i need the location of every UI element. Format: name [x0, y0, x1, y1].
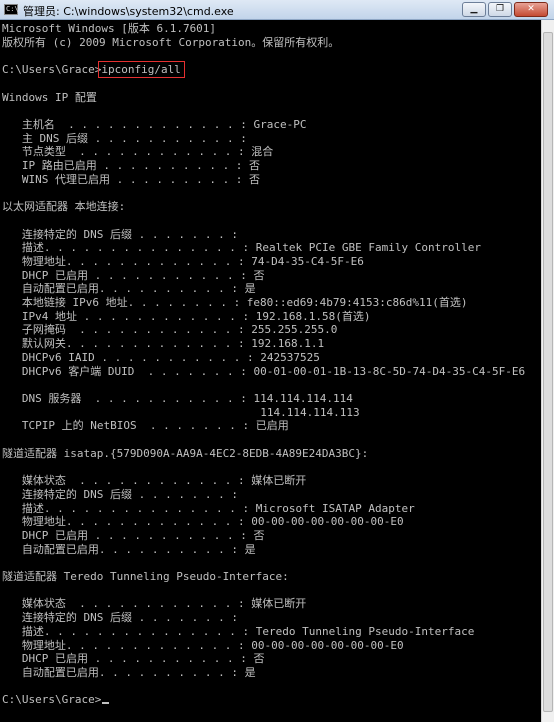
console-line: C:\Users\Grace>	[2, 693, 110, 706]
console-line: DHCPv6 客户端 DUID . . . . . . . : 00-01-00…	[2, 364, 526, 378]
console-line: IP 路由已启用 . . . . . . . . . . : 否	[2, 159, 261, 172]
console-output[interactable]: Microsoft Windows [版本 6.1.7601] 版权所有 (c) …	[0, 20, 541, 722]
console-line: 以太网适配器 本地连接:	[2, 200, 126, 214]
console-line: DHCP 已启用 . . . . . . . . . . . : 否	[2, 268, 265, 282]
console-line: 物理地址. . . . . . . . . . . . . : 00-00-00…	[2, 638, 404, 652]
console-line: 连接特定的 DNS 后缀 . . . . . . . :	[2, 227, 238, 241]
console-line: Windows IP 配置	[2, 90, 97, 104]
console-line: 描述. . . . . . . . . . . . . . . : Realte…	[2, 241, 481, 255]
title-bar[interactable]: C:\ 管理员: C:\windows\system32\cmd.exe ▁ ❐…	[0, 0, 554, 20]
cmd-window: C:\ 管理员: C:\windows\system32\cmd.exe ▁ ❐…	[0, 0, 554, 722]
console-line: DHCPv6 IAID . . . . . . . . . . . : 2425…	[2, 350, 320, 364]
console-line: 媒体状态 . . . . . . . . . . . . : 媒体已断开	[2, 474, 307, 488]
vertical-scrollbar[interactable]	[541, 20, 554, 722]
command-highlight-box	[98, 61, 185, 79]
console-line: 自动配置已启用. . . . . . . . . . : 是	[2, 665, 256, 679]
console-line: DNS 服务器 . . . . . . . . . . . : 114.114.…	[2, 391, 353, 405]
console-line: 物理地址. . . . . . . . . . . . . : 00-00-00…	[2, 515, 404, 529]
console-line: WINS 代理已启用 . . . . . . . . . : 否	[2, 172, 261, 186]
console-line: 主 DNS 后缀 . . . . . . . . . . . :	[2, 131, 247, 145]
console-line: DHCP 已启用 . . . . . . . . . . . : 否	[2, 528, 265, 542]
console-line: 主机名 . . . . . . . . . . . . . : Grace-PC	[2, 117, 307, 131]
console-line: Microsoft Windows [版本 6.1.7601]	[2, 22, 217, 35]
console-line: 节点类型 . . . . . . . . . . . . : 混合	[2, 145, 274, 159]
console-line: 默认网关. . . . . . . . . . . . . : 192.168.…	[2, 337, 325, 351]
console-line: 连接特定的 DNS 后缀 . . . . . . . :	[2, 611, 238, 625]
minimize-button[interactable]: ▁	[462, 2, 486, 17]
console-line: 版权所有 (c) 2009 Microsoft Corporation。保留所有…	[2, 35, 340, 49]
console-line: 连接特定的 DNS 后缀 . . . . . . . :	[2, 487, 238, 501]
console-line: 物理地址. . . . . . . . . . . . . : 74-D4-35…	[2, 254, 364, 268]
console-line: 媒体状态 . . . . . . . . . . . . : 媒体已断开	[2, 597, 307, 611]
console-line: 描述. . . . . . . . . . . . . . . : Teredo…	[2, 624, 475, 638]
console-line: TCPIP 上的 NetBIOS . . . . . . . : 已启用	[2, 419, 289, 433]
console-line: 自动配置已启用. . . . . . . . . . : 是	[2, 282, 256, 296]
console-line: 本地链接 IPv6 地址. . . . . . . . : fe80::ed69…	[2, 296, 468, 309]
scrollbar-thumb[interactable]	[543, 32, 553, 712]
console-line: 114.114.114.113	[2, 405, 360, 419]
maximize-button[interactable]: ❐	[488, 2, 512, 17]
console-line: 自动配置已启用. . . . . . . . . . : 是	[2, 542, 256, 556]
close-button[interactable]: ✕	[514, 2, 548, 17]
text-cursor	[102, 702, 110, 705]
console-line: DHCP 已启用 . . . . . . . . . . . : 否	[2, 652, 265, 666]
console-line: IPv4 地址 . . . . . . . . . . . . : 192.16…	[2, 309, 371, 323]
cmd-icon: C:\	[4, 4, 19, 15]
console-line: 子网掩码 . . . . . . . . . . . . : 255.255.2…	[2, 323, 338, 337]
console-line: 描述. . . . . . . . . . . . . . . : Micros…	[2, 501, 415, 515]
console-line: 隧道适配器 Teredo Tunneling Pseudo-Interface:	[2, 570, 289, 583]
window-controls: ▁ ❐ ✕	[460, 2, 548, 18]
window-title: 管理员: C:\windows\system32\cmd.exe	[23, 5, 234, 18]
console-line: 隧道适配器 isatap.{579D090A-AA9A-4EC2-8EDB-4A…	[2, 446, 369, 460]
